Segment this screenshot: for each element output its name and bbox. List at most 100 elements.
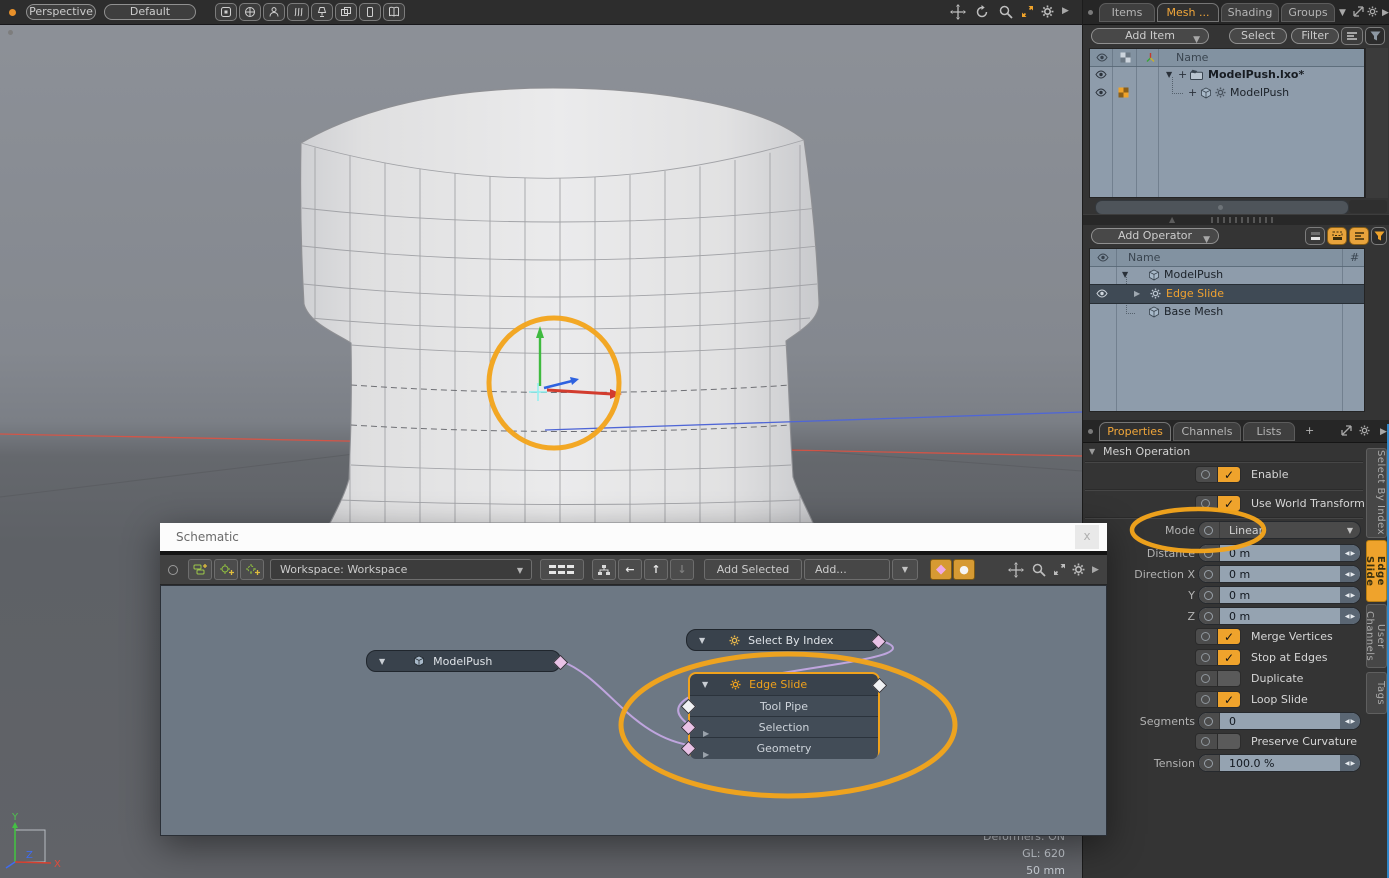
- preserve-curvature-checkbox[interactable]: ✓: [1195, 733, 1241, 750]
- tab-items[interactable]: Items: [1099, 3, 1155, 22]
- expand-triangle-icon[interactable]: ▶: [1134, 289, 1140, 298]
- layout-checker-icon-active[interactable]: [1118, 87, 1129, 98]
- section-mesh-operation[interactable]: ▼ Mesh Operation: [1083, 443, 1389, 463]
- node-collapse-icon[interactable]: ▼: [699, 636, 705, 645]
- item-filter-funnel-icon[interactable]: [1365, 27, 1385, 45]
- item-row-scene[interactable]: ▼ + ModelPush.lxo*: [1090, 66, 1364, 84]
- item-list-vscrollbar[interactable]: [1365, 48, 1388, 198]
- viewport-rotate-icon[interactable]: [975, 5, 989, 19]
- schematic-pan-icon[interactable]: [1008, 562, 1024, 578]
- node-select-by-index[interactable]: ▼ Select By Index: [686, 629, 879, 651]
- viewport-waves-icon[interactable]: [287, 3, 309, 21]
- schematic-titlebar[interactable]: Schematic x: [160, 523, 1107, 551]
- use-world-transform-checkbox[interactable]: ✓: [1195, 495, 1241, 512]
- item-list-hscrollbar[interactable]: [1095, 200, 1349, 215]
- workspace-dropdown[interactable]: Workspace: Workspace ▼: [270, 559, 532, 580]
- edge-slide-node-header[interactable]: ▼ Edge Slide: [690, 674, 878, 695]
- viewport-gear-icon[interactable]: [1041, 5, 1054, 18]
- show-channels-diamond-toggle[interactable]: ◆: [930, 559, 952, 580]
- side-tab-tags[interactable]: Tags: [1366, 672, 1387, 714]
- add-workspace-icon[interactable]: [188, 559, 212, 580]
- schematic-gear-icon[interactable]: [1072, 563, 1085, 576]
- viewport-light-icon[interactable]: [311, 3, 333, 21]
- tab-lists[interactable]: Lists: [1243, 422, 1295, 441]
- tab-shading[interactable]: Shading: [1221, 3, 1279, 22]
- props-expand-icon[interactable]: [1341, 425, 1352, 436]
- add-selected-button[interactable]: Add Selected: [704, 559, 802, 580]
- viewport-more-chevron-icon[interactable]: ▶: [1062, 6, 1069, 16]
- eye-icon[interactable]: [1095, 88, 1107, 97]
- schematic-zo om-icon[interactable]: [1032, 563, 1046, 577]
- hierarchy-tree-icon[interactable]: [592, 559, 616, 580]
- direction-z-spinner[interactable]: ◀▶: [1340, 608, 1360, 624]
- eye-icon[interactable]: [1095, 70, 1107, 79]
- tab-mesh[interactable]: Mesh ...: [1157, 3, 1219, 22]
- row-expand-icon[interactable]: ▶: [703, 744, 709, 765]
- add-group-icon[interactable]: [240, 559, 264, 580]
- segments-field[interactable]: 0 ◀▶: [1198, 712, 1361, 730]
- props-gear-icon[interactable]: [1359, 425, 1370, 436]
- panel-expand-icon[interactable]: [1353, 6, 1364, 17]
- tab-add-plus[interactable]: +: [1305, 424, 1314, 437]
- add-more-dropdown-icon[interactable]: ▼: [892, 559, 918, 580]
- add-more-dropdown[interactable]: Add...: [804, 559, 890, 580]
- section-collapse-icon[interactable]: ▼: [1089, 447, 1095, 456]
- viewport-zoom-icon[interactable]: [999, 5, 1013, 19]
- ops-filter-funnel-icon[interactable]: [1371, 227, 1387, 245]
- tab-properties[interactable]: Properties: [1099, 422, 1171, 441]
- layout-grid-icon[interactable]: [540, 559, 584, 580]
- node-modelpush[interactable]: ▼ ModelPush: [366, 650, 561, 672]
- shading-style-dropdown[interactable]: Default: [104, 4, 196, 20]
- direction-y-field[interactable]: 0 m ◀▶: [1198, 586, 1361, 604]
- direction-z-field[interactable]: 0 m ◀▶: [1198, 607, 1361, 625]
- stop-at-edges-checkbox[interactable]: ✓: [1195, 649, 1241, 666]
- viewport-expand-icon[interactable]: [1021, 5, 1034, 18]
- schematic-canvas[interactable]: ▼ ModelPush ▼ Select By Index ▼: [160, 585, 1107, 836]
- select-button[interactable]: Select: [1229, 28, 1287, 44]
- node-row-geometry[interactable]: ▶ Geometry: [690, 737, 878, 759]
- schematic-close-button[interactable]: x: [1075, 525, 1099, 549]
- panel-splitter[interactable]: ▲: [1083, 214, 1389, 225]
- filter-button[interactable]: Filter: [1291, 28, 1339, 44]
- side-tab-edge-slide[interactable]: Edge Slide: [1366, 540, 1387, 602]
- enable-checkbox[interactable]: ✓: [1195, 466, 1241, 483]
- viewport-frame-icon[interactable]: [215, 3, 237, 21]
- plus-icon[interactable]: +: [1188, 86, 1197, 99]
- tab-groups[interactable]: Groups: [1281, 3, 1335, 22]
- tab-channels[interactable]: Channels: [1173, 422, 1241, 441]
- node-edge-slide-selected[interactable]: ▼ Edge Slide Tool Pipe ▶ Selection ▶: [688, 672, 880, 758]
- op-row-edge-slide-selected[interactable]: ▶ Edge Slide: [1090, 284, 1364, 304]
- direction-x-spinner[interactable]: ◀▶: [1340, 566, 1360, 582]
- list-options-icon[interactable]: [1341, 27, 1363, 45]
- loop-slide-checkbox[interactable]: ✓: [1195, 691, 1241, 708]
- node-row-tool-pipe[interactable]: Tool Pipe: [690, 695, 878, 717]
- merge-vertices-checkbox[interactable]: ✓: [1195, 628, 1241, 645]
- camera-view-dropdown[interactable]: Perspective: [26, 4, 96, 20]
- ops-view-solo-icon[interactable]: [1305, 227, 1325, 245]
- nav-up-arrow-icon[interactable]: ↑: [644, 559, 668, 580]
- direction-x-field[interactable]: 0 m ◀▶: [1198, 565, 1361, 583]
- viewport-book-icon[interactable]: [383, 3, 405, 21]
- duplicate-checkbox[interactable]: ✓: [1195, 670, 1241, 687]
- segments-spinner[interactable]: ◀▶: [1340, 713, 1360, 729]
- op-row-base-mesh[interactable]: Base Mesh: [1090, 303, 1364, 321]
- side-tab-user-channels[interactable]: User Channels: [1366, 604, 1387, 668]
- add-operator-dropdown[interactable]: Add Operator ▼: [1091, 228, 1219, 244]
- viewport-page-icon[interactable]: [359, 3, 381, 21]
- add-item-dropdown[interactable]: Add Item ▼: [1091, 28, 1209, 44]
- ops-view-dashed-icon[interactable]: [1327, 227, 1347, 245]
- side-tab-select-by-index[interactable]: Select By Index: [1366, 448, 1387, 538]
- node-collapse-icon[interactable]: ▼: [379, 657, 385, 666]
- distance-field[interactable]: 0 m ◀▶: [1198, 544, 1361, 562]
- tension-spinner[interactable]: ◀▶: [1340, 755, 1360, 771]
- schematic-more-chevron-icon[interactable]: ▶: [1092, 565, 1099, 575]
- item-row-mesh[interactable]: + ModelPush: [1090, 84, 1364, 102]
- viewport-overlap-squares-icon[interactable]: [335, 3, 357, 21]
- node-row-selection[interactable]: ▶ Selection: [690, 716, 878, 738]
- tension-field[interactable]: 100.0 % ◀▶: [1198, 754, 1361, 772]
- viewport-pan-icon[interactable]: [950, 4, 966, 20]
- show-nodes-circle-toggle[interactable]: ●: [953, 559, 975, 580]
- viewport-camera-person-icon[interactable]: [263, 3, 285, 21]
- mode-dropdown[interactable]: Linear ▼: [1198, 521, 1361, 539]
- panel-gear-icon[interactable]: [1367, 6, 1378, 17]
